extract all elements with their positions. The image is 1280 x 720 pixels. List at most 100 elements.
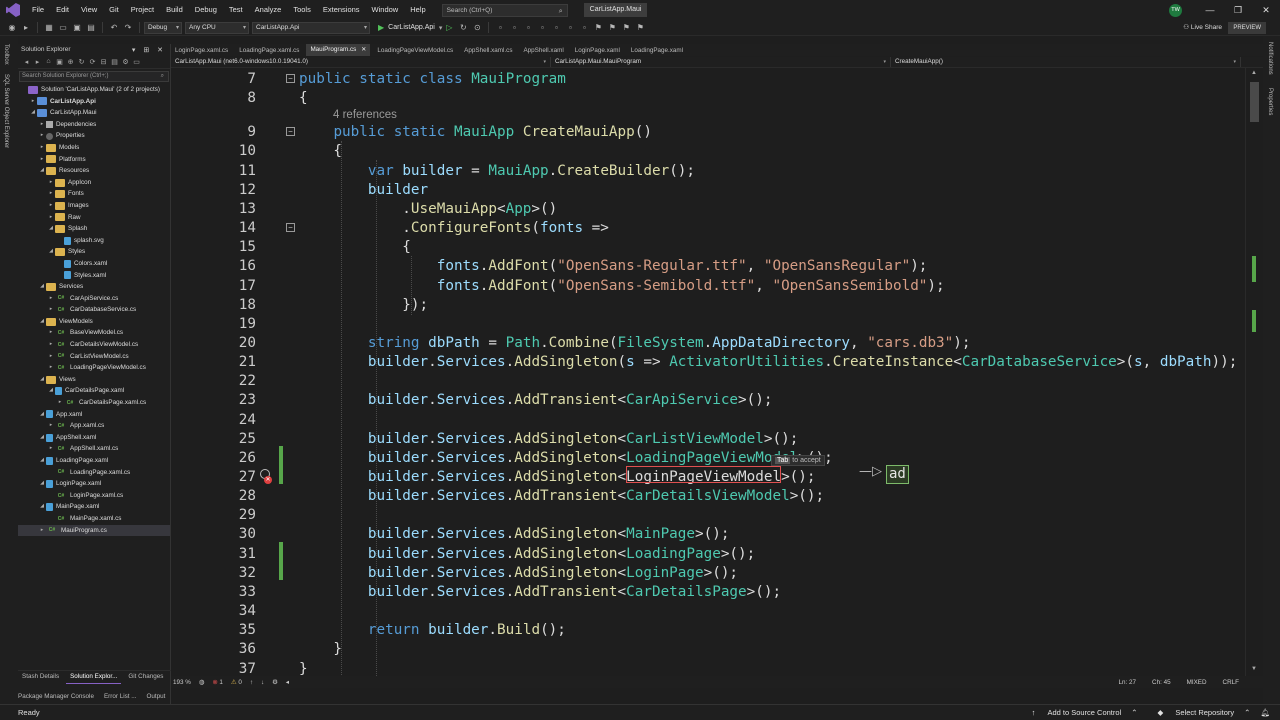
toolbar-icon[interactable]: ▫ [508, 23, 520, 32]
code-line[interactable]: public static MauiApp CreateMauiApp() [299, 123, 652, 142]
tree-item[interactable]: ▸ Models [18, 142, 170, 154]
collapse-icon[interactable]: ◢ [38, 316, 46, 328]
tree-item[interactable]: ◢ Splash [18, 223, 170, 235]
account-avatar[interactable]: TW [1169, 3, 1182, 17]
document-tab[interactable]: LoadingPage.xaml.cs [235, 45, 303, 56]
menu-build[interactable]: Build [160, 0, 189, 20]
live-share-button[interactable]: ⚇ Live Share [1183, 21, 1222, 35]
code-line[interactable]: string dbPath = Path.Combine(FileSystem.… [299, 334, 971, 353]
expand-icon[interactable]: ▸ [47, 304, 55, 316]
toolbar-icon[interactable]: ▫ [536, 23, 548, 32]
next-edit-suggestion[interactable]: ad [886, 465, 909, 484]
sql-server-object-explorer-tab[interactable]: SQL Server Object Explorer [3, 74, 9, 148]
save-all-icon[interactable]: ▤ [85, 23, 97, 32]
code-line[interactable]: }); [299, 296, 428, 315]
bookmark-clear-icon[interactable]: ⚑ [634, 23, 646, 32]
collapse-icon[interactable]: ◢ [47, 223, 55, 235]
next-issue-icon[interactable]: ↓ [261, 679, 264, 686]
close-window-icon[interactable]: ✕ [1252, 5, 1280, 16]
expand-icon[interactable]: ▸ [47, 212, 55, 224]
collapse-icon[interactable]: ◢ [38, 374, 46, 386]
minimize-icon[interactable]: — [1196, 5, 1224, 15]
expand-icon[interactable]: ▸ [38, 154, 46, 166]
start-debugging-button[interactable]: ▶ CarListApp.Api ▾ [378, 23, 442, 32]
tree-item[interactable]: ◢ LoginPage.xaml [18, 478, 170, 490]
expand-icon[interactable]: ▸ [38, 130, 46, 142]
code-line[interactable]: { [299, 238, 411, 257]
tree-item[interactable]: Solution 'CarListApp.Maui' (2 of 2 proje… [18, 84, 170, 96]
document-tab[interactable]: MauiProgram.cs ✕ [306, 44, 371, 56]
tree-item[interactable]: ▸ Dependencies [18, 119, 170, 131]
tree-item[interactable]: C# LoadingPage.xaml.cs [18, 467, 170, 479]
menu-help[interactable]: Help [404, 0, 431, 20]
previous-issue-icon[interactable]: ↑ [250, 679, 253, 686]
menu-tools[interactable]: Tools [287, 0, 317, 20]
expand-icon[interactable]: ▸ [47, 420, 55, 432]
expand-icon[interactable]: ▸ [47, 327, 55, 339]
code-line[interactable]: fonts.AddFont("OpenSans-Regular.ttf", "O… [299, 257, 928, 276]
tab-output[interactable]: Output [147, 693, 166, 700]
properties-icon[interactable]: ⚙ [120, 58, 131, 66]
editor-vertical-scrollbar[interactable]: ▲ ▼ [1245, 68, 1263, 676]
tree-item[interactable]: ◢ Views [18, 374, 170, 386]
tree-item[interactable]: ▸ C# CarApiService.cs [18, 293, 170, 305]
menu-edit[interactable]: Edit [50, 0, 75, 20]
code-line[interactable]: .ConfigureFonts(fonts => [299, 219, 609, 238]
codelens-references[interactable]: 4 references [333, 108, 397, 122]
properties-tab[interactable]: Properties [1267, 88, 1273, 115]
tree-item[interactable]: splash.svg [18, 235, 170, 247]
document-tab[interactable]: LoadingPageViewModel.cs [373, 45, 457, 56]
collapse-icon[interactable]: − [286, 223, 295, 232]
toolbar-icon[interactable]: ▫ [550, 23, 562, 32]
bookmark-prev-icon[interactable]: ⚑ [606, 23, 618, 32]
menu-debug[interactable]: Debug [189, 0, 223, 20]
tree-item[interactable]: ▸ CarListApp.Api [18, 96, 170, 108]
notifications-bell-icon[interactable]: 🔔︎ [1260, 708, 1270, 717]
tab-solution-explorer[interactable]: Solution Explor... [66, 671, 122, 684]
menu-view[interactable]: View [75, 0, 103, 20]
forward-icon[interactable]: ▸ [32, 58, 43, 66]
global-search-input[interactable]: Search (Ctrl+Q) ⌕ [441, 3, 568, 17]
line-endings[interactable]: CRLF [1223, 679, 1239, 686]
expand-icon[interactable]: ▸ [47, 362, 55, 374]
tab-stash-details[interactable]: Stash Details [18, 671, 63, 683]
configuration-dropdown[interactable]: Debug [144, 21, 182, 34]
scrollbar-thumb[interactable] [1250, 82, 1259, 122]
line-number[interactable]: Ln: 27 [1119, 679, 1137, 686]
tree-item[interactable]: ▸ C# CarDetailsPage.xaml.cs [18, 397, 170, 409]
project-dropdown[interactable]: CarListApp.Maui (net6.0-windows10.0.1904… [171, 57, 551, 67]
toolbar-icon[interactable]: ▫ [494, 23, 506, 32]
code-line[interactable]: builder.Services.AddSingleton(s => Activ… [299, 353, 1237, 372]
tree-item[interactable]: Colors.xaml [18, 258, 170, 270]
platform-dropdown[interactable]: Any CPU [185, 21, 249, 34]
menu-extensions[interactable]: Extensions [317, 0, 366, 20]
tree-item[interactable]: ◢ LoadingPage.xaml [18, 455, 170, 467]
tree-item[interactable]: ▸ C# CarDetailsViewModel.cs [18, 339, 170, 351]
zoom-level[interactable]: 193 % [173, 679, 191, 686]
show-all-files-icon[interactable]: ▤ [109, 58, 120, 66]
expand-icon[interactable]: ▸ [38, 525, 46, 537]
switch-views-icon[interactable]: ▣ [54, 58, 65, 66]
tree-item[interactable]: Styles.xaml [18, 270, 170, 282]
expand-icon[interactable]: ▸ [56, 397, 64, 409]
warnings-indicator[interactable]: ⚠ 0 [231, 679, 242, 686]
tab-error-list[interactable]: Error List ... [104, 693, 137, 700]
tree-item[interactable]: ▸ Raw [18, 212, 170, 224]
collapse-icon[interactable]: ◢ [29, 107, 37, 119]
source-control-button[interactable]: ↑ Add to Source Control [1022, 708, 1122, 717]
tree-item[interactable]: ▸ Platforms [18, 154, 170, 166]
code-line[interactable]: builder [299, 181, 428, 200]
back-icon[interactable]: ◂ [21, 58, 32, 66]
expand-icon[interactable]: ▸ [47, 188, 55, 200]
restore-icon[interactable]: ❐ [1224, 5, 1252, 16]
document-tab[interactable]: AppShell.xaml [519, 45, 567, 56]
expand-icon[interactable]: ▸ [47, 177, 55, 189]
tree-item[interactable]: ▸ Fonts [18, 188, 170, 200]
pending-changes-icon[interactable]: ⊕ [65, 58, 76, 66]
document-tab[interactable]: LoginPage.xaml.cs [171, 45, 232, 56]
menu-project[interactable]: Project [125, 0, 160, 20]
expand-icon[interactable]: ▸ [29, 96, 37, 108]
collapse-icon[interactable]: ◢ [47, 246, 55, 258]
tab-to-accept-hint[interactable]: Tab to accept [771, 455, 825, 466]
toolbar-icon[interactable]: ▫ [578, 23, 590, 32]
